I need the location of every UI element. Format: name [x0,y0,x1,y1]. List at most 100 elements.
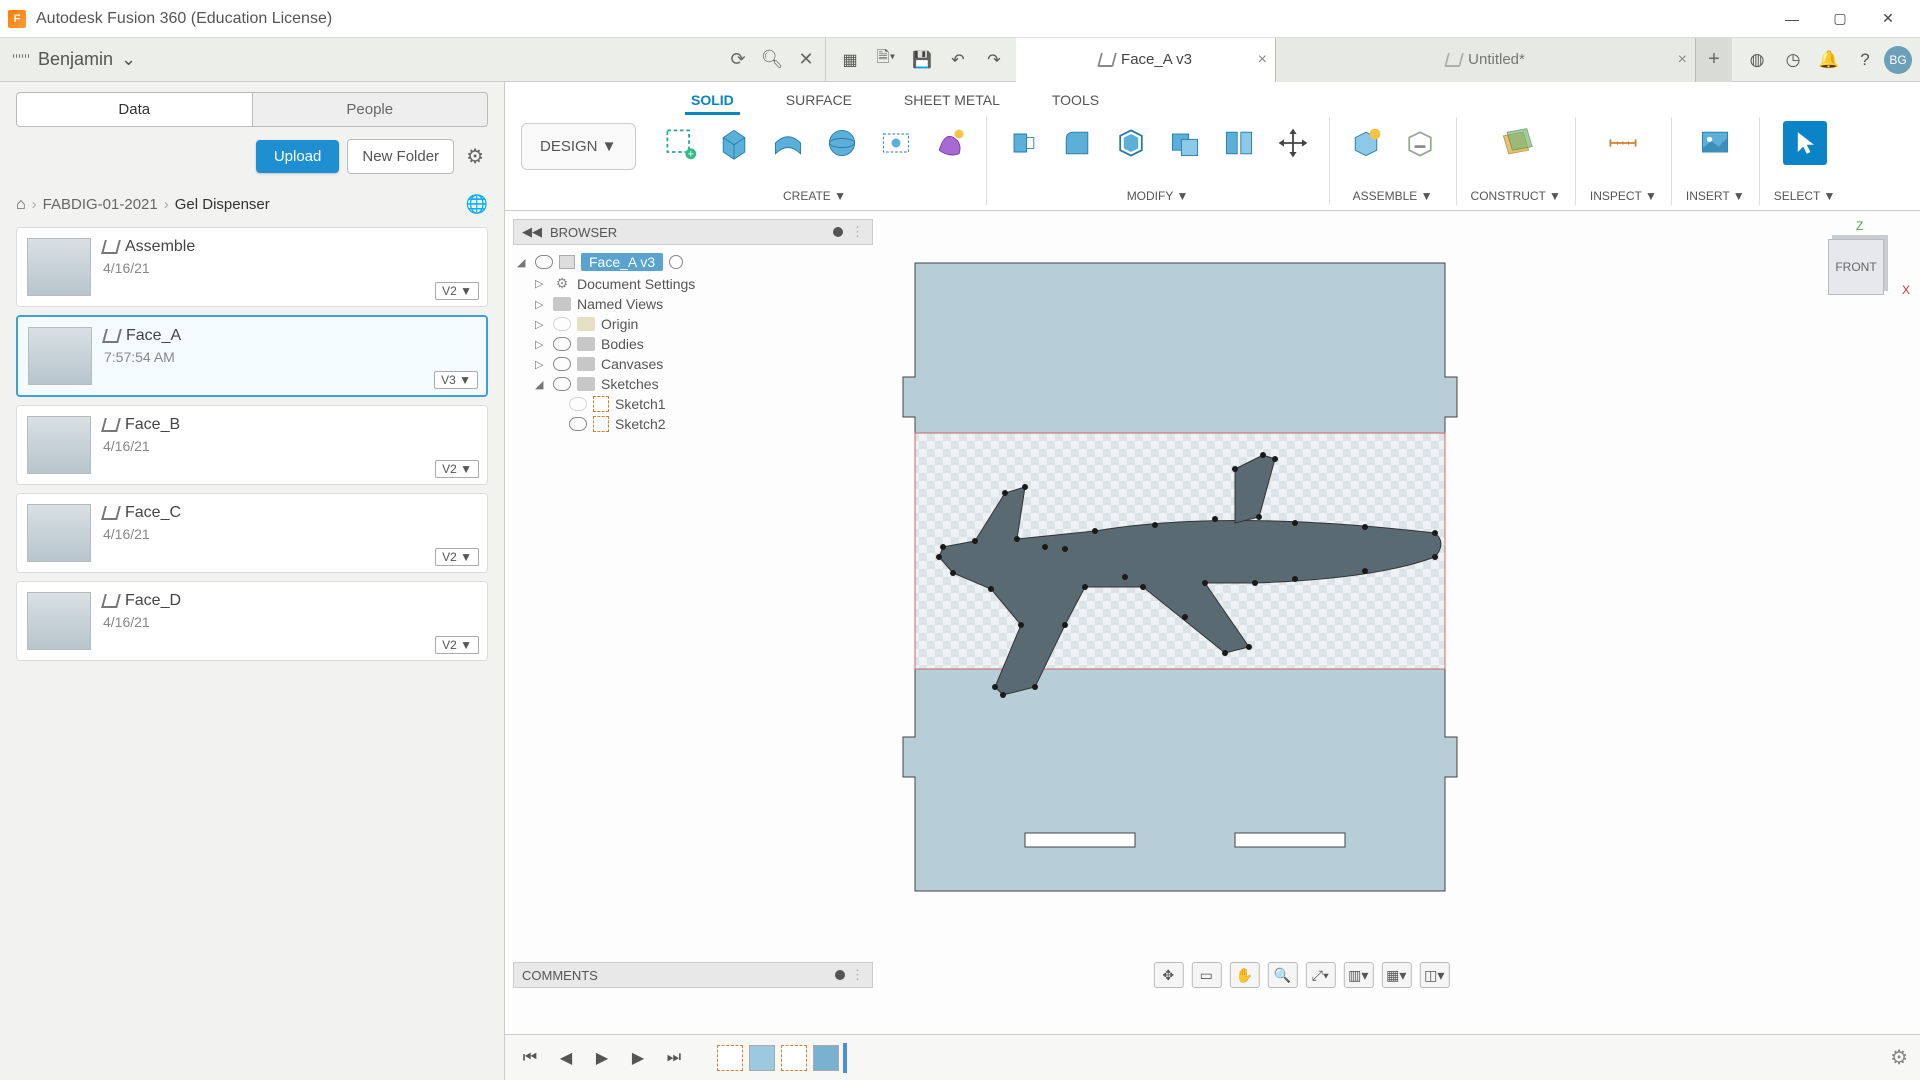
move-button[interactable] [1271,121,1315,165]
tree-item-canvases[interactable]: ▷Canvases [513,354,873,374]
expand-icon[interactable]: ▷ [535,318,547,331]
expand-icon[interactable]: ▷ [535,277,547,290]
maximize-button[interactable]: ▢ [1816,0,1864,38]
expand-icon[interactable]: ◢ [535,378,547,391]
browser-header[interactable]: ◀◀ BROWSER ⋮ [513,219,873,245]
timeline-feature-sketch[interactable] [717,1045,743,1071]
ribbon-tab-surface[interactable]: SURFACE [780,88,858,115]
pan-button[interactable]: ✋ [1229,962,1259,988]
timeline-step-back-button[interactable]: ◀ [553,1045,579,1071]
panel-settings-button[interactable]: ⚙ [462,140,488,173]
timeline-marker[interactable] [843,1043,847,1073]
undo-button[interactable]: ↶ [942,44,974,76]
align-button[interactable] [1217,121,1261,165]
construct-plane-button[interactable] [1494,121,1538,165]
look-at-button[interactable]: ▭ [1191,962,1221,988]
minimize-button[interactable]: — [1768,0,1816,38]
viewport[interactable]: ◀◀ BROWSER ⋮ ◢ Face_A v3 ▷⚙Document Sett… [505,211,1920,1034]
visibility-icon[interactable] [553,357,571,371]
expand-icon[interactable]: ▷ [535,298,547,311]
refresh-button[interactable]: ⟳ [721,43,755,77]
file-menu-button[interactable]: 🗎▾ [870,44,902,76]
revolve-button[interactable] [820,121,864,165]
new-folder-button[interactable]: New Folder [347,139,454,174]
expand-icon[interactable]: ◢ [517,256,529,269]
job-status-button[interactable]: ◷ [1776,43,1810,77]
file-card[interactable]: Face_C 4/16/21 V2 ▼ [16,493,488,573]
version-selector[interactable]: V2 ▼ [435,460,479,478]
extensions-button[interactable]: ◍ [1740,43,1774,77]
settings-dot-icon[interactable] [833,227,843,237]
viewport-layout-button[interactable]: ◫▾ [1419,962,1449,988]
expand-icon[interactable]: ▷ [535,338,547,351]
fit-button[interactable]: ⤢▾ [1305,962,1335,988]
visibility-icon[interactable] [553,337,571,351]
timeline-end-button[interactable]: ⏭ [661,1045,687,1071]
people-tab[interactable]: People [253,92,489,127]
team-dropdown[interactable]: Benjamin ⌄ [0,49,148,70]
ribbon-tab-tools[interactable]: TOOLS [1046,88,1105,115]
press-pull-button[interactable] [1001,121,1045,165]
expand-icon[interactable]: ▷ [535,358,547,371]
new-tab-button[interactable]: + [1696,38,1732,82]
display-settings-button[interactable]: ▥▾ [1343,962,1373,988]
home-icon[interactable]: ⌂ [16,196,26,214]
drag-handle-icon[interactable]: ⋮ [851,967,864,983]
hole-button[interactable] [874,121,918,165]
help-button[interactable]: ? [1848,43,1882,77]
tree-item-sketch2[interactable]: Sketch2 [513,414,873,434]
measure-button[interactable] [1601,121,1645,165]
file-card[interactable]: Face_A 7:57:54 AM V3 ▼ [16,315,488,397]
grid-settings-button[interactable]: ▦▾ [1381,962,1411,988]
activate-icon[interactable] [669,255,683,269]
timeline-feature-extrude[interactable] [749,1045,775,1071]
new-component-button[interactable] [1344,121,1388,165]
visibility-icon[interactable] [569,397,587,411]
extrude-button[interactable] [766,121,810,165]
breadcrumb-project[interactable]: FABDIG-01-2021 [43,196,158,213]
tree-item-bodies[interactable]: ▷Bodies [513,334,873,354]
document-tab-active[interactable]: Face_A v3 × [1016,38,1276,82]
share-web-button[interactable]: 🌐 [466,194,488,215]
tree-item-sketches[interactable]: ◢Sketches [513,374,873,394]
visibility-icon[interactable] [569,417,587,431]
file-card[interactable]: Face_B 4/16/21 V2 ▼ [16,405,488,485]
fillet-button[interactable] [1055,121,1099,165]
visibility-icon[interactable] [535,255,553,269]
version-selector[interactable]: V2 ▼ [435,636,479,654]
breadcrumb-folder[interactable]: Gel Dispenser [175,196,270,213]
combine-button[interactable] [1163,121,1207,165]
ribbon-tab-solid[interactable]: SOLID [685,88,740,115]
timeline-feature-canvas[interactable] [813,1045,839,1071]
timeline-start-button[interactable]: ⏮ [517,1045,543,1071]
close-panel-button[interactable]: ✕ [789,43,823,77]
select-button[interactable] [1783,121,1827,165]
version-selector[interactable]: V2 ▼ [435,548,479,566]
search-button[interactable]: 🔍︎ [755,43,789,77]
close-window-button[interactable]: ✕ [1864,0,1912,38]
redo-button[interactable]: ↷ [978,44,1010,76]
tree-item-sketch1[interactable]: Sketch1 [513,394,873,414]
upload-button[interactable]: Upload [256,140,340,173]
version-selector[interactable]: V3 ▼ [434,371,478,389]
file-card[interactable]: Face_D 4/16/21 V2 ▼ [16,581,488,661]
close-tab-button[interactable]: × [1258,51,1267,69]
orbit-button[interactable]: ✥ [1153,962,1183,988]
form-button[interactable] [928,121,972,165]
viewcube-face[interactable]: FRONT [1828,239,1884,295]
data-tab[interactable]: Data [16,92,253,127]
tree-item-doc-settings[interactable]: ▷⚙Document Settings [513,273,873,294]
file-card[interactable]: Assemble 4/16/21 V2 ▼ [16,227,488,307]
create-sketch-button[interactable]: + [658,121,702,165]
workspace-switcher[interactable]: DESIGN ▼ [521,123,636,170]
timeline-feature-sketch[interactable] [781,1045,807,1071]
save-button[interactable]: 💾 [906,44,938,76]
visibility-icon[interactable] [553,317,571,331]
close-tab-button[interactable]: × [1678,51,1687,69]
ribbon-tab-sheetmetal[interactable]: SHEET METAL [898,88,1006,115]
visibility-icon[interactable] [553,377,571,391]
comments-panel-header[interactable]: COMMENTS ⋮ [513,962,873,988]
timeline-play-button[interactable]: ▶ [589,1045,615,1071]
view-cube[interactable]: Z FRONT X [1820,223,1900,303]
collapse-icon[interactable]: ◀◀ [522,224,542,240]
